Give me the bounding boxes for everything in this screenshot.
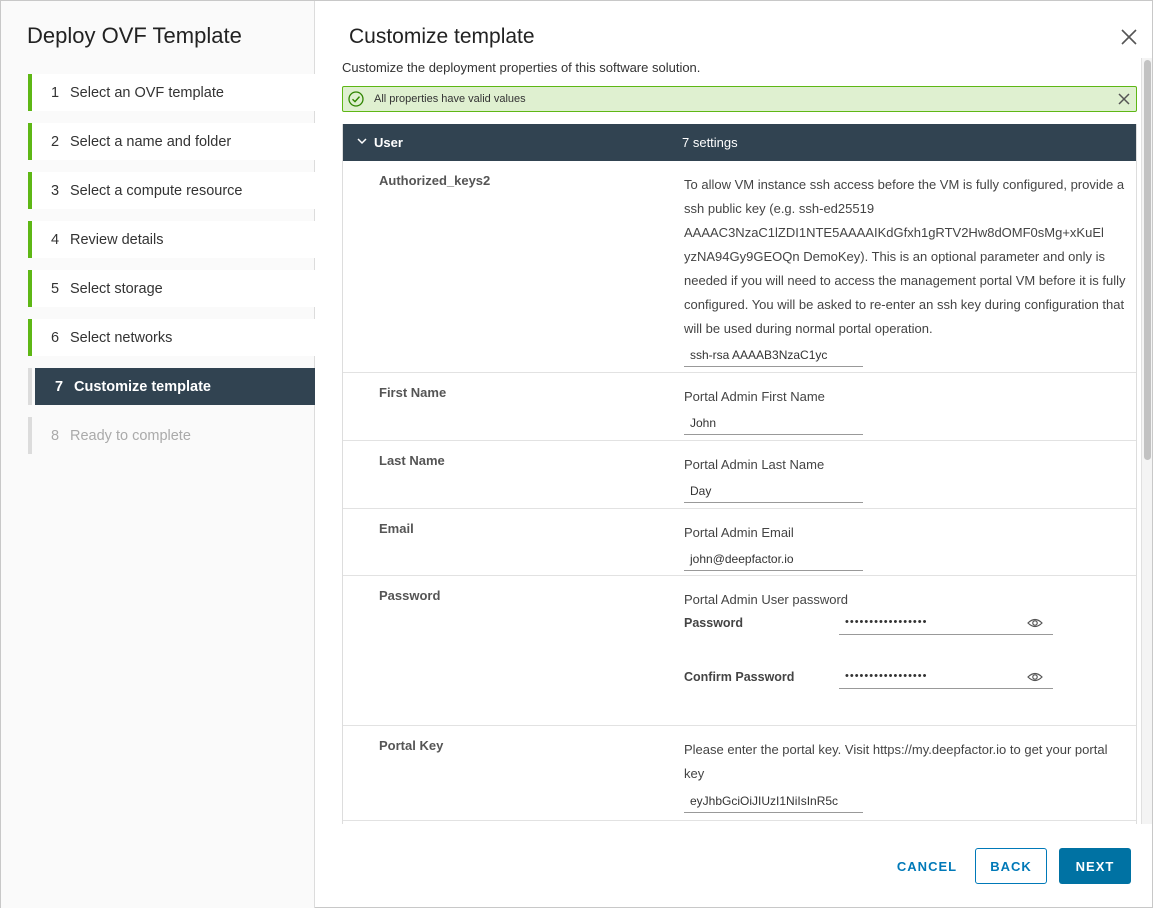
property-row-authorized-keys: Authorized_keys2 To allow VM instance ss… (343, 161, 1136, 373)
property-label: Last Name (379, 453, 445, 468)
step-select-compute-resource[interactable]: 3 Select a compute resource (28, 172, 315, 209)
page-title: Customize template (349, 25, 535, 48)
last-name-input[interactable]: Day (684, 479, 863, 503)
step-number: 6 (51, 329, 60, 346)
step-number: 1 (51, 84, 60, 101)
eye-icon[interactable] (1027, 671, 1043, 683)
cancel-button[interactable]: CANCEL (883, 848, 971, 884)
step-select-ovf-template[interactable]: 1 Select an OVF template (28, 74, 315, 111)
step-customize-template[interactable]: 7 Customize template (35, 368, 315, 405)
step-number: 7 (55, 378, 64, 395)
property-label: Portal Key (379, 738, 444, 753)
property-description: Portal Admin First Name (684, 389, 825, 404)
property-description: Please enter the portal key. Visit https… (684, 742, 1108, 781)
authorized-keys-input[interactable]: ssh-rsa AAAAB3NzaC1yc (684, 343, 863, 367)
step-number: 5 (51, 280, 60, 297)
back-button[interactable]: BACK (975, 848, 1047, 884)
vertical-scrollbar[interactable] (1141, 58, 1152, 824)
step-label: Select a compute resource (70, 182, 243, 199)
check-circle-icon (348, 91, 364, 107)
confirm-password-label: Confirm Password (684, 670, 795, 684)
step-label: Select a name and folder (70, 133, 232, 150)
password-input[interactable]: ••••••••••••••••• (839, 611, 1053, 635)
eye-icon[interactable] (1027, 617, 1043, 629)
step-number: 4 (51, 231, 60, 248)
property-row-last-name: Last Name Portal Admin Last Name Day (343, 441, 1136, 509)
email-input[interactable]: john@deepfactor.io (684, 547, 863, 571)
properties-scroll-area[interactable]: User 7 settings Authorized_keys2 To allo… (342, 124, 1137, 824)
property-description: Portal Admin Last Name (684, 457, 825, 472)
chevron-down-icon (357, 138, 367, 145)
portal-key-input[interactable]: eyJhbGciOiJIUzI1NiIsInR5c (684, 789, 863, 813)
page-subtitle: Customize the deployment properties of t… (342, 60, 701, 75)
alert-text: All properties have valid values (374, 93, 526, 105)
step-ready-to-complete: 8 Ready to complete (28, 417, 315, 454)
step-label: Select an OVF template (70, 84, 224, 101)
wizard-steps: 1 Select an OVF template 2 Select a name a… (28, 74, 315, 466)
scrollbar-thumb[interactable] (1144, 60, 1151, 460)
step-label: Customize template (74, 378, 211, 395)
property-label: Password (379, 588, 441, 603)
first-name-input[interactable]: John (684, 411, 863, 435)
property-description: To allow VM instance ssh access before t… (684, 177, 1126, 336)
step-number: 2 (51, 133, 60, 150)
step-select-networks[interactable]: 6 Select networks (28, 319, 315, 356)
group-header-user[interactable]: User 7 settings (343, 124, 1136, 161)
property-label: Authorized_keys2 (379, 173, 491, 188)
wizard-title: Deploy OVF Template (27, 23, 242, 48)
confirm-password-value: ••••••••••••••••• (845, 670, 928, 682)
validation-alert: All properties have valid values (342, 86, 1137, 112)
confirm-password-input[interactable]: ••••••••••••••••• (839, 665, 1053, 689)
wizard-sidebar: Deploy OVF Template 1 Select an OVF templ… (1, 1, 315, 908)
next-button[interactable]: NEXT (1059, 848, 1131, 884)
property-row-email: Email Portal Admin Email john@deepfactor… (343, 509, 1136, 576)
step-review-details[interactable]: 4 Review details (28, 221, 315, 258)
password-label: Password (684, 616, 744, 630)
group-count: 7 settings (682, 135, 738, 150)
step-select-storage[interactable]: 5 Select storage (28, 270, 315, 307)
deploy-ovf-dialog: Deploy OVF Template 1 Select an OVF templ… (0, 0, 1153, 908)
step-label: Select storage (70, 280, 163, 297)
property-label: First Name (379, 385, 447, 400)
close-icon[interactable] (1120, 28, 1138, 46)
property-description: Portal Admin User password (684, 592, 849, 607)
step-select-name-folder[interactable]: 2 Select a name and folder (28, 123, 315, 160)
property-label: Email (379, 521, 414, 536)
alert-close-icon[interactable] (1117, 92, 1131, 106)
property-description: Portal Admin Email (684, 525, 794, 540)
property-row-password: Password Portal Admin User password Pass… (343, 576, 1136, 726)
password-value: ••••••••••••••••• (845, 616, 928, 628)
step-label: Select networks (70, 329, 173, 346)
group-name: User (374, 135, 403, 150)
step-number: 3 (51, 182, 60, 199)
step-number: 8 (51, 427, 60, 444)
step-label: Ready to complete (70, 427, 191, 444)
active-step-wrapper: 7 Customize template (28, 368, 315, 405)
step-label: Review details (70, 231, 164, 248)
property-row-first-name: First Name Portal Admin First Name John (343, 373, 1136, 441)
property-row-portal-key: Portal Key Please enter the portal key. … (343, 726, 1136, 821)
main-panel: Customize template Customize the deploym… (315, 1, 1153, 908)
